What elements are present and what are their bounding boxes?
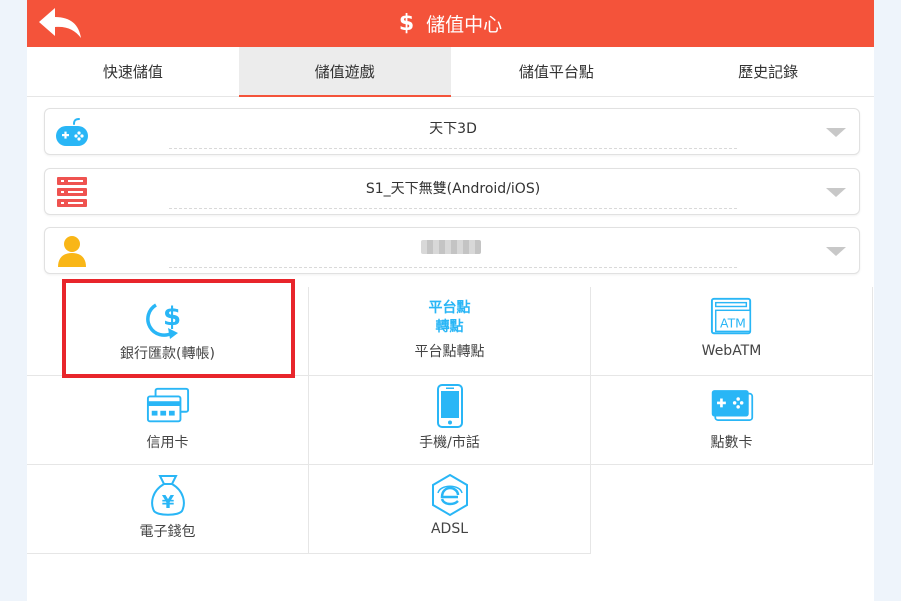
atm-icon: ATM (710, 295, 754, 339)
icon-text: 平台點 (428, 300, 471, 316)
point-card-icon (710, 384, 754, 428)
server-icon (57, 177, 87, 207)
tab-bar: 快速儲值 儲值遊戲 儲值平台點 歷史記錄 (27, 47, 874, 97)
tab-label: 快速儲值 (102, 63, 163, 81)
chevron-down-icon (826, 188, 846, 197)
bank-transfer-icon: $ (145, 295, 190, 339)
divider (169, 148, 737, 149)
divider (169, 208, 737, 209)
method-label: 電子錢包 (139, 524, 196, 540)
header-bar: $ 儲值中心 (27, 0, 874, 47)
gamepad-icon (56, 118, 88, 146)
method-label: 點數卡 (710, 435, 753, 451)
method-bank-transfer[interactable]: $ 銀行匯款(轉帳) (27, 287, 309, 376)
tab-quick-topup[interactable]: 快速儲值 (27, 47, 239, 96)
method-label: 信用卡 (146, 435, 189, 451)
method-label: ADSL (430, 521, 469, 537)
tab-topup-game[interactable]: 儲值遊戲 (238, 47, 451, 97)
server-select[interactable]: S1_天下無雙(Android/iOS) (44, 168, 860, 215)
app-window: $ 儲值中心 快速儲值 儲值遊戲 儲值平台點 歷史記錄 天下3D S1_天下無雙… (27, 0, 874, 601)
user-icon (58, 236, 86, 267)
method-credit-card[interactable]: 信用卡 (27, 376, 309, 465)
tab-label: 儲值遊戲 (314, 63, 375, 81)
game-select-value: 天下3D (429, 121, 477, 137)
method-label: 手機/市話 (419, 435, 480, 451)
tab-history[interactable]: 歷史記錄 (662, 47, 874, 96)
svg-text:ATM: ATM (720, 316, 746, 331)
server-select-value: S1_天下無雙(Android/iOS) (365, 181, 541, 197)
method-point-card[interactable]: 點數卡 (591, 376, 873, 465)
platform-points-icon: 平台點 轉點 (429, 299, 471, 339)
svg-text:¥: ¥ (161, 492, 174, 513)
chevron-down-icon (826, 128, 846, 137)
credit-card-icon (146, 384, 190, 428)
mobile-phone-icon (428, 384, 472, 428)
page-title: $ 儲值中心 (27, 0, 874, 47)
method-e-wallet[interactable]: ¥ 電子錢包 (27, 465, 309, 554)
tab-label: 歷史記錄 (738, 63, 799, 81)
method-label: 平台點轉點 (414, 344, 485, 360)
divider (169, 267, 737, 268)
method-platform-points[interactable]: 平台點 轉點 平台點轉點 (309, 287, 591, 376)
dollar-icon: $ (398, 11, 415, 36)
method-webatm[interactable]: ATM WebATM (591, 287, 873, 376)
redacted-account (421, 240, 481, 254)
method-adsl[interactable]: ADSL (309, 465, 591, 554)
tab-topup-platform-points[interactable]: 儲值平台點 (451, 47, 663, 96)
method-mobile-phone[interactable]: 手機/市話 (309, 376, 591, 465)
page-title-text: 儲值中心 (426, 14, 503, 36)
svg-text:$: $ (162, 302, 180, 332)
method-label: 銀行匯款(轉帳) (120, 346, 215, 362)
tab-label: 儲值平台點 (518, 63, 594, 81)
chevron-down-icon (826, 247, 846, 256)
icon-text: 轉點 (435, 319, 464, 335)
money-bag-icon: ¥ (146, 473, 190, 517)
game-select[interactable]: 天下3D (44, 108, 860, 155)
adsl-icon (428, 473, 472, 517)
method-label: WebATM (701, 343, 762, 359)
account-select[interactable] (44, 227, 860, 274)
